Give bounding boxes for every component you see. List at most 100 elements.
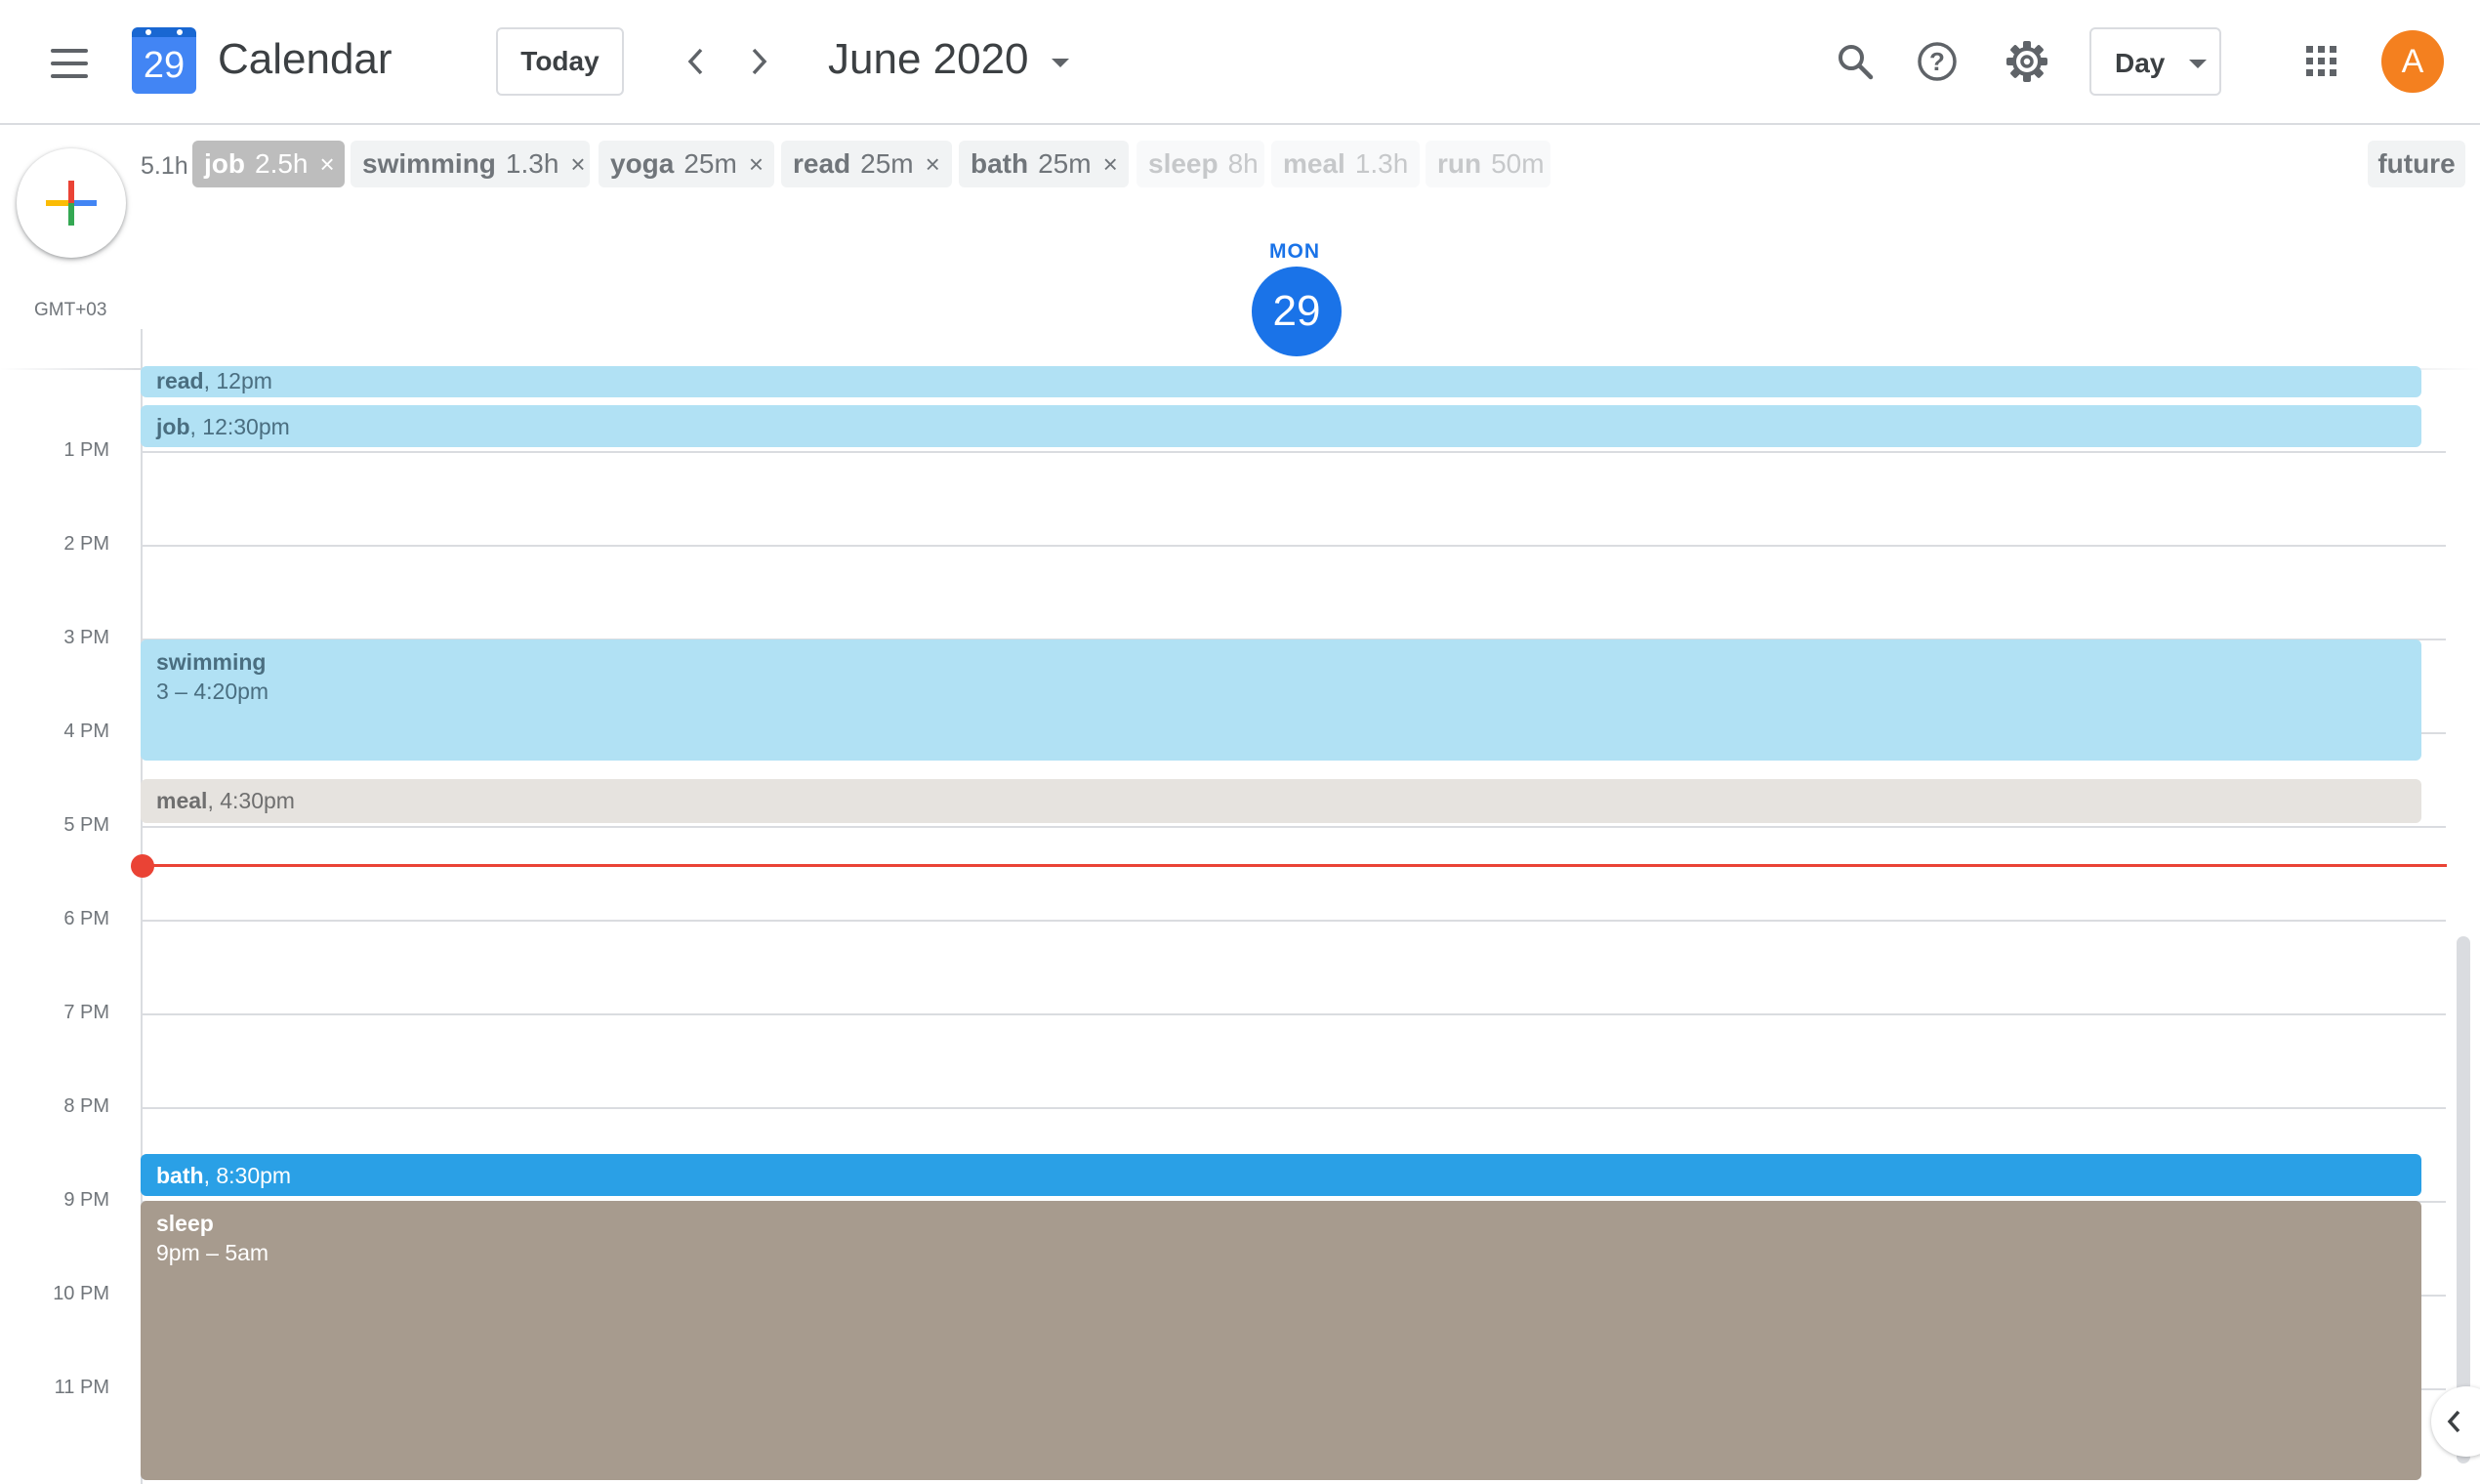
hour-label: 8 PM [63,1095,109,1117]
chevron-left-icon [687,48,703,75]
event-title: read [156,368,204,393]
chip-name: run [1437,148,1482,179]
filter-chip-job[interactable]: job 2.5h × [192,141,345,187]
chip-duration: 8h [1227,148,1259,179]
chip-name: swimming [362,148,496,179]
filter-chip-run[interactable]: run 50m [1426,141,1550,187]
event-time: , 12:30pm [189,414,290,439]
chip-name: read [793,148,851,179]
menu-icon [51,49,88,53]
event-title: meal [156,788,208,813]
chip-duration: 1.3h [1354,148,1409,179]
close-icon[interactable]: × [570,149,585,180]
event-time: 9pm – 5am [156,1240,269,1265]
menu-icon-bar [51,62,88,65]
filter-chip-sleep[interactable]: sleep 8h [1137,141,1264,187]
help-button[interactable]: ? [1910,34,1964,89]
filter-chip-yoga[interactable]: yoga 25m × [599,141,774,187]
hour-label: 2 PM [63,533,109,555]
chip-name: yoga [610,148,675,179]
event-title: sleep [156,1211,214,1236]
hour-label: 11 PM [54,1377,109,1398]
hour-line [142,1013,2446,1015]
hour-line [142,545,2446,547]
scrollbar-thumb[interactable] [2457,936,2470,1463]
main-menu-button[interactable] [51,49,88,78]
event-read[interactable]: read, 12pm [141,366,2421,397]
event-meal[interactable]: meal, 4:30pm [141,779,2421,823]
timezone-label: GMT+03 [34,300,107,320]
previous-period-button[interactable] [674,39,719,84]
event-title: bath [156,1163,204,1188]
day-time-grid[interactable]: 1 PM 2 PM 3 PM 4 PM 5 PM 6 PM 7 PM 8 PM … [0,329,2480,1484]
event-bath[interactable]: bath, 8:30pm [141,1154,2421,1196]
future-toggle[interactable]: future [2368,141,2465,187]
event-swimming[interactable]: swimming 3 – 4:20pm [141,639,2421,761]
search-icon [1839,45,1874,80]
hour-label: 5 PM [63,814,109,836]
day-number[interactable]: 29 [1252,267,1342,356]
app-title[interactable]: Calendar [218,35,393,84]
top-app-bar: 29 Calendar Today June 2020 ? Day A [0,0,2480,125]
close-icon[interactable]: × [1103,149,1118,180]
account-avatar[interactable]: A [2381,30,2444,93]
hour-line [142,920,2446,922]
close-icon[interactable]: × [320,149,335,180]
current-month-label[interactable]: June 2020 [828,35,1029,84]
hour-label: 9 PM [63,1189,109,1211]
chip-duration: 25m [860,148,914,179]
filter-chip-swimming[interactable]: swimming 1.3h × [351,141,590,187]
chip-name: job [204,148,245,179]
close-icon[interactable]: × [749,149,764,180]
event-title: swimming [156,649,267,675]
next-period-button[interactable] [736,39,781,84]
apps-grid-icon [2306,46,2336,76]
view-switcher-button[interactable]: Day [2089,27,2221,96]
current-time-dot [131,854,154,878]
hour-label: 6 PM [63,908,109,929]
help-icon: ? [1918,42,1957,81]
settings-gear-icon [2006,41,2047,82]
hour-label: 1 PM [63,439,109,461]
chip-duration: 25m [1038,148,1092,179]
chip-duration: 1.3h [505,148,559,179]
search-button[interactable] [1828,34,1882,89]
month-caret-down-icon[interactable] [1052,59,1069,67]
hour-line [142,451,2446,453]
caret-down-icon [2189,60,2207,68]
chip-duration: 25m [683,148,737,179]
apps-button[interactable] [2294,34,2349,89]
hour-label: 4 PM [63,721,109,742]
chip-name: meal [1283,148,1345,179]
filter-chip-read[interactable]: read 25m × [781,141,952,187]
event-time: , 8:30pm [203,1163,292,1188]
hour-label: 7 PM [63,1002,109,1023]
chip-name: bath [971,148,1029,179]
hour-line [142,1107,2446,1109]
chip-duration: 50m [1491,148,1545,179]
event-time: 3 – 4:20pm [156,679,269,704]
svg-text:?: ? [1929,47,1945,76]
settings-button[interactable] [2000,34,2054,89]
view-label: Day [2115,48,2166,78]
plus-icon [46,181,97,226]
create-event-button[interactable] [17,148,126,258]
event-job[interactable]: job, 12:30pm [141,405,2421,447]
today-button[interactable]: Today [496,27,624,96]
hour-line [142,826,2446,828]
menu-icon-bar [51,74,88,78]
close-icon[interactable]: × [926,149,940,180]
event-time: , 12pm [203,368,272,393]
side-panel-toggle-button[interactable] [2431,1386,2480,1457]
event-sleep[interactable]: sleep 9pm – 5am [141,1201,2421,1480]
event-title: job [156,414,190,439]
hour-label: 3 PM [63,627,109,648]
chip-duration: 2.5h [255,148,309,179]
hour-label: 10 PM [53,1283,109,1304]
filter-chip-meal[interactable]: meal 1.3h [1271,141,1420,187]
calendar-logo-icon[interactable]: 29 [132,27,196,94]
filter-chip-bath[interactable]: bath 25m × [959,141,1129,187]
chevron-right-icon [752,48,767,75]
weekday-label: MON [1269,240,1320,263]
total-hours: 5.1h [141,152,188,180]
